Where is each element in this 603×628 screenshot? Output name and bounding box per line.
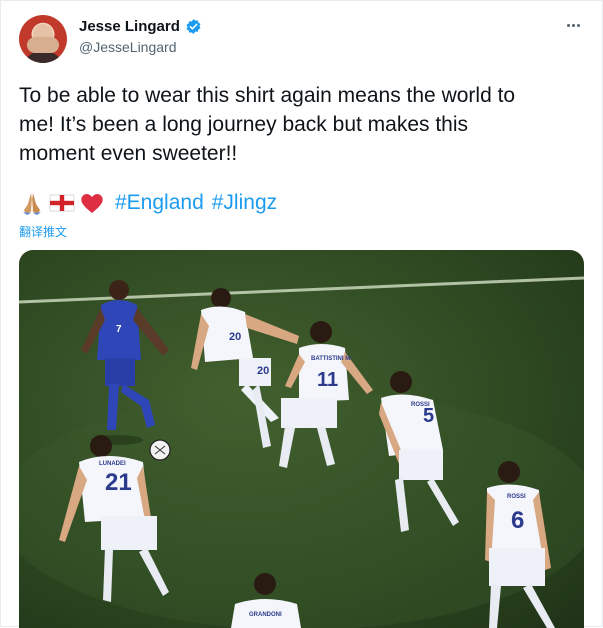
player-6-name: ROSSI (507, 494, 526, 500)
translate-tweet-link[interactable]: 翻译推文 (19, 223, 67, 240)
player-5-number: 5 (423, 405, 434, 427)
player-11-number: 11 (317, 369, 338, 391)
tweet-text: To be able to wear this shirt again mean… (19, 84, 516, 165)
player-21-name: LUNADEI (99, 461, 126, 467)
red-heart-icon (81, 194, 103, 213)
author-handle[interactable]: @JesseLingard (79, 39, 177, 55)
author-name-row: Jesse Lingard (79, 18, 202, 35)
hashtag-jlingz[interactable]: #Jlingz (212, 191, 277, 215)
folded-hands-icon (23, 193, 41, 215)
tweet-media-photo[interactable]: 7 20 20 BATTISTINI M. 11 ROSSI 5 LUNADEI… (19, 250, 584, 628)
author-display-name[interactable]: Jesse Lingard (79, 18, 180, 35)
football-match-photo: 7 20 20 BATTISTINI M. 11 ROSSI 5 LUNADEI… (19, 276, 584, 628)
tweet-card[interactable]: Jesse Lingard @JesseLingard To be able t… (0, 0, 603, 628)
player-grandoni-name: GRANDONI (249, 612, 282, 618)
avatar[interactable] (19, 15, 67, 63)
player-11-name: BATTISTINI M. (311, 356, 352, 362)
emoji-hashtag-row: #England #Jlingz (19, 190, 277, 216)
player-7-number: 7 (116, 324, 122, 335)
england-flag-icon (49, 194, 75, 212)
more-options-icon[interactable] (562, 15, 584, 35)
verified-badge-icon (186, 19, 201, 34)
player-6-number: 6 (511, 507, 524, 534)
player-21-number: 21 (105, 469, 132, 496)
avatar-hands (27, 37, 59, 53)
player-20-shorts-number: 20 (257, 365, 269, 377)
hashtag-england[interactable]: #England (115, 191, 204, 215)
player-20-number: 20 (229, 331, 241, 343)
